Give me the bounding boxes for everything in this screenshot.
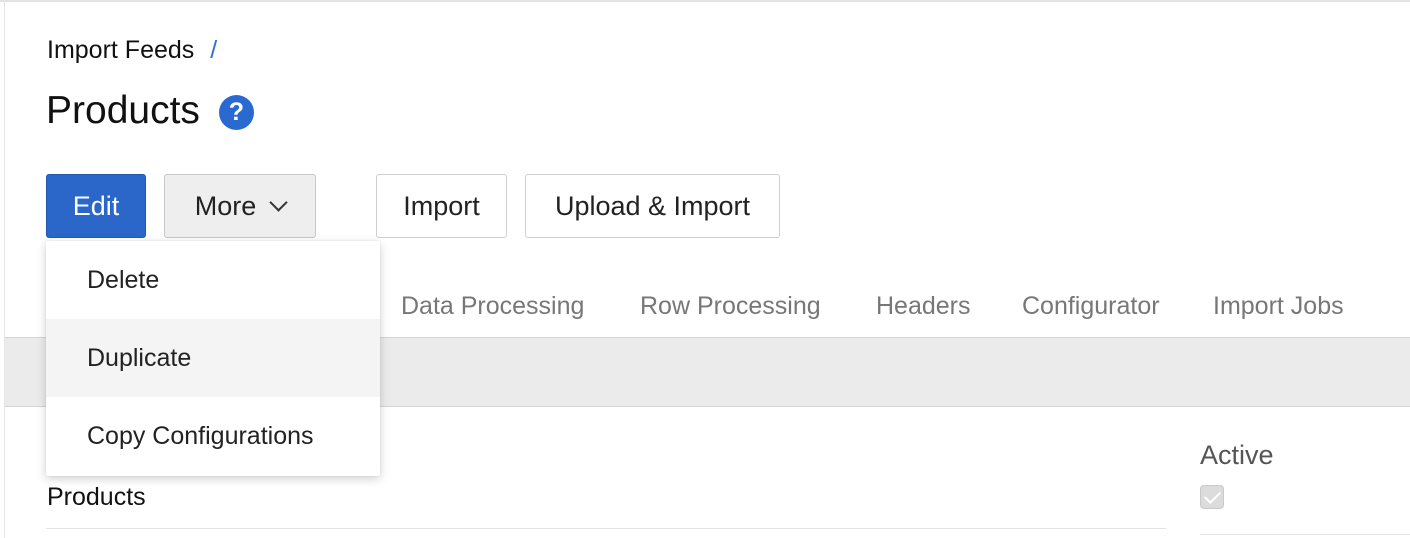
edit-button[interactable]: Edit (46, 174, 146, 238)
menu-item-copy-configurations[interactable]: Copy Configurations (46, 397, 380, 475)
left-border (4, 0, 5, 538)
top-border (0, 0, 1410, 2)
import-button[interactable]: Import (376, 174, 507, 238)
tab-data-processing[interactable]: Data Processing (401, 286, 584, 326)
breadcrumb: Import Feeds / (47, 34, 217, 66)
tab-headers[interactable]: Headers (876, 286, 971, 326)
page-title: Products (46, 89, 200, 132)
active-label: Active (1200, 440, 1274, 470)
name-field-value: Products (47, 483, 146, 511)
title-row: Products ? (46, 86, 254, 136)
more-dropdown-menu: Delete Duplicate Copy Configurations (46, 241, 380, 476)
chevron-down-icon (269, 192, 288, 212)
menu-item-delete[interactable]: Delete (46, 241, 380, 319)
question-mark-icon[interactable]: ? (218, 94, 254, 130)
checkmark-icon (1203, 487, 1221, 504)
more-button-label: More (194, 190, 257, 221)
more-button[interactable]: More (164, 174, 316, 238)
tab-configurator[interactable]: Configurator (1022, 286, 1160, 326)
upload-import-button[interactable]: Upload & Import (525, 174, 780, 238)
menu-item-duplicate[interactable]: Duplicate (46, 319, 380, 397)
active-checkbox (1200, 485, 1224, 509)
breadcrumb-link-import-feeds[interactable]: Import Feeds (47, 34, 194, 66)
active-field-divider (1200, 534, 1410, 535)
breadcrumb-separator: / (210, 36, 218, 64)
tab-import-jobs[interactable]: Import Jobs (1213, 286, 1344, 326)
name-field-divider (46, 528, 1166, 529)
tab-row-processing[interactable]: Row Processing (640, 286, 821, 326)
